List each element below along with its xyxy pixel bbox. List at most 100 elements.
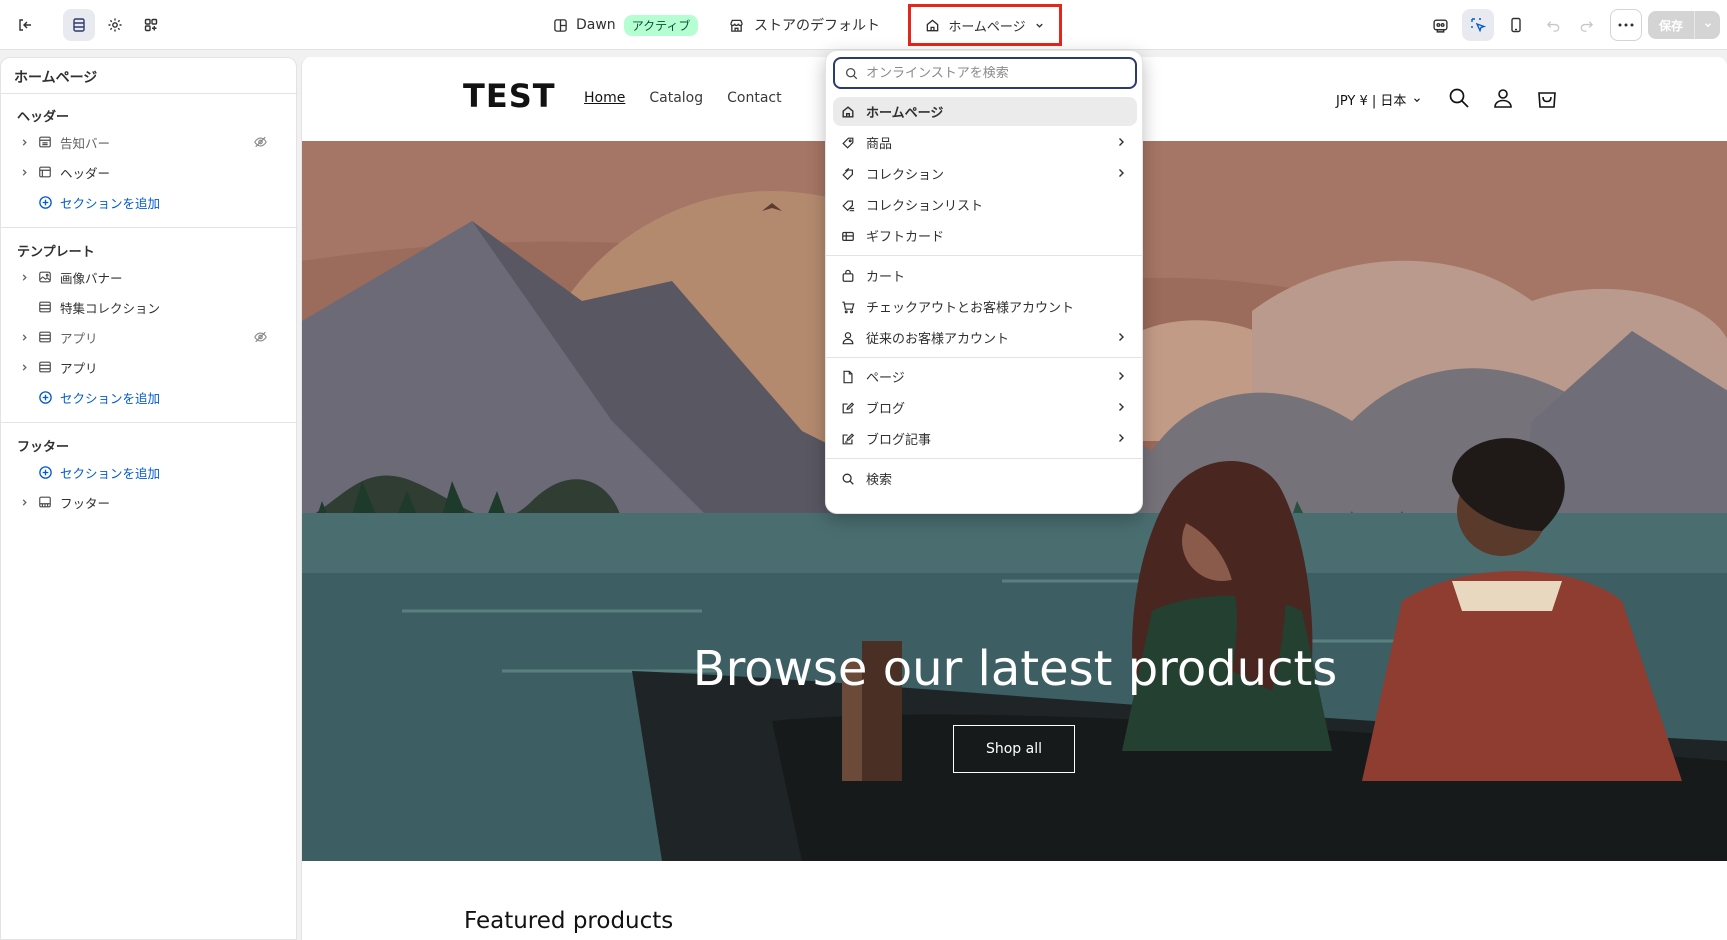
section-row-footer[interactable]: フッター xyxy=(17,489,282,515)
menu-item-blog-posts[interactable]: ブログ記事 xyxy=(833,424,1137,453)
divider xyxy=(1,93,298,94)
cart-icon[interactable] xyxy=(1536,87,1558,109)
menu-item-label: ブログ記事 xyxy=(866,433,932,448)
section-row-header[interactable]: ヘッダー xyxy=(17,159,282,185)
section-label: アプリ xyxy=(60,330,98,346)
menu-item-gift-card[interactable]: ギフトカード xyxy=(833,221,1137,250)
search-icon[interactable] xyxy=(1448,87,1470,109)
nav-link-catalog[interactable]: Catalog xyxy=(649,90,703,106)
inspector-icon[interactable] xyxy=(1424,9,1456,41)
chevron-right-icon[interactable] xyxy=(17,363,31,372)
menu-item-products[interactable]: 商品 xyxy=(833,128,1137,157)
menu-item-cart[interactable]: カート xyxy=(833,261,1137,290)
menu-item-label: 従来のお客様アカウント xyxy=(866,332,1010,347)
shop-all-button[interactable]: Shop all xyxy=(953,725,1075,773)
section-label: 告知バー xyxy=(60,135,111,151)
status-badge: アクティブ xyxy=(623,14,699,36)
mobile-preview-icon[interactable] xyxy=(1500,9,1532,41)
collection-icon xyxy=(840,167,856,181)
menu-item-homepage[interactable]: ホームページ xyxy=(833,97,1137,126)
save-options-button[interactable] xyxy=(1694,11,1720,39)
add-section-button[interactable]: セクションを追加 xyxy=(17,189,282,215)
chevron-right-icon[interactable] xyxy=(17,498,31,507)
sidebar-title: ホームページ xyxy=(14,70,98,86)
chevron-down-icon xyxy=(1414,97,1421,102)
ellipsis-icon xyxy=(1618,23,1634,27)
add-section-button[interactable]: セクションを追加 xyxy=(17,384,282,410)
add-section-button[interactable]: セクションを追加 xyxy=(17,459,282,485)
section-row-featured-collection[interactable]: 特集コレクション xyxy=(17,294,282,320)
layout-section-icon xyxy=(37,330,53,344)
section-row-image-banner[interactable]: 画像バナー xyxy=(17,264,282,290)
apps-icon[interactable] xyxy=(135,9,167,41)
search-icon xyxy=(845,67,858,79)
chevron-right-icon xyxy=(1119,434,1124,442)
menu-item-label: ギフトカード xyxy=(866,230,945,245)
chevron-right-icon[interactable] xyxy=(17,168,31,177)
save-button-group: 保存 xyxy=(1648,11,1720,39)
chevron-right-icon xyxy=(1119,333,1124,341)
menu-item-label: ブログ xyxy=(866,402,906,417)
menu-item-checkout[interactable]: チェックアウトとお客様アカウント xyxy=(833,292,1137,321)
menu-item-search[interactable]: 検索 xyxy=(833,464,1137,493)
cart-bag-icon xyxy=(840,269,856,283)
chevron-right-icon xyxy=(1119,169,1124,177)
menu-item-label: コレクション xyxy=(866,168,945,183)
dropdown-search[interactable] xyxy=(833,57,1137,89)
tag-icon xyxy=(840,136,856,150)
sections-icon[interactable] xyxy=(63,9,95,41)
search-icon xyxy=(840,472,856,486)
menu-item-blogs[interactable]: ブログ xyxy=(833,393,1137,422)
menu-item-label: チェックアウトとお客様アカウント xyxy=(866,301,1075,316)
menu-item-label: コレクションリスト xyxy=(866,199,984,214)
header-layout-icon xyxy=(37,165,53,179)
section-row-app[interactable]: アプリ xyxy=(17,324,282,350)
chevron-right-icon[interactable] xyxy=(17,273,31,282)
search-input[interactable] xyxy=(866,65,1116,81)
menu-item-classic-accounts[interactable]: 従来のお客様アカウント xyxy=(833,323,1137,352)
divider xyxy=(826,357,1142,358)
menu-item-pages[interactable]: ページ xyxy=(833,362,1137,391)
save-button[interactable]: 保存 xyxy=(1648,11,1694,39)
section-label: フッター xyxy=(60,495,111,511)
section-row-app[interactable]: アプリ xyxy=(17,354,282,380)
home-icon xyxy=(927,18,939,31)
store-icon xyxy=(730,19,743,32)
theme-info[interactable]: Dawn アクティブ xyxy=(553,13,699,37)
exit-icon[interactable] xyxy=(9,9,41,41)
plus-circle-icon xyxy=(37,195,53,210)
announcement-bar-icon xyxy=(37,135,53,149)
divider xyxy=(1,422,298,423)
account-icon[interactable] xyxy=(1492,87,1514,109)
page-selector-dropdown: ホームページ 商品 コレクション コレクションリスト ギフトカード カート チェ… xyxy=(825,50,1143,514)
undo-icon[interactable] xyxy=(1537,9,1569,41)
eye-hidden-icon[interactable] xyxy=(253,135,268,149)
select-cursor-icon[interactable] xyxy=(1462,9,1494,41)
more-actions-button[interactable] xyxy=(1610,9,1642,41)
chevron-right-icon[interactable] xyxy=(17,333,31,342)
store-logo[interactable]: TEST xyxy=(463,77,556,115)
section-label: 画像バナー xyxy=(60,270,123,286)
page-selector-button[interactable]: ホームページ xyxy=(908,4,1062,46)
nav-link-contact[interactable]: Contact xyxy=(727,90,781,106)
menu-item-collections[interactable]: コレクション xyxy=(833,159,1137,188)
menu-item-collection-list[interactable]: コレクションリスト xyxy=(833,190,1137,219)
store-default-label: ストアのデフォルト xyxy=(754,18,880,34)
menu-item-label: 検索 xyxy=(866,473,893,488)
nav-link-home[interactable]: Home xyxy=(584,90,625,106)
section-row-announcement-bar[interactable]: 告知バー xyxy=(17,129,282,155)
redo-icon[interactable] xyxy=(1570,9,1602,41)
settings-gear-icon[interactable] xyxy=(99,9,131,41)
currency-selector[interactable]: JPY ¥ | 日本 xyxy=(1336,90,1422,109)
blog-icon xyxy=(840,401,856,415)
plus-circle-icon xyxy=(37,390,53,405)
chevron-right-icon[interactable] xyxy=(17,138,31,147)
layout-section-icon xyxy=(37,360,53,374)
gift-card-icon xyxy=(840,229,856,243)
person-icon xyxy=(840,331,856,345)
chevron-right-icon xyxy=(1119,372,1124,380)
store-default-selector[interactable]: ストアのデフォルト xyxy=(729,13,880,37)
page-selector-label: ホームページ xyxy=(948,19,1026,35)
eye-hidden-icon[interactable] xyxy=(253,330,268,344)
footer-layout-icon xyxy=(37,495,53,509)
